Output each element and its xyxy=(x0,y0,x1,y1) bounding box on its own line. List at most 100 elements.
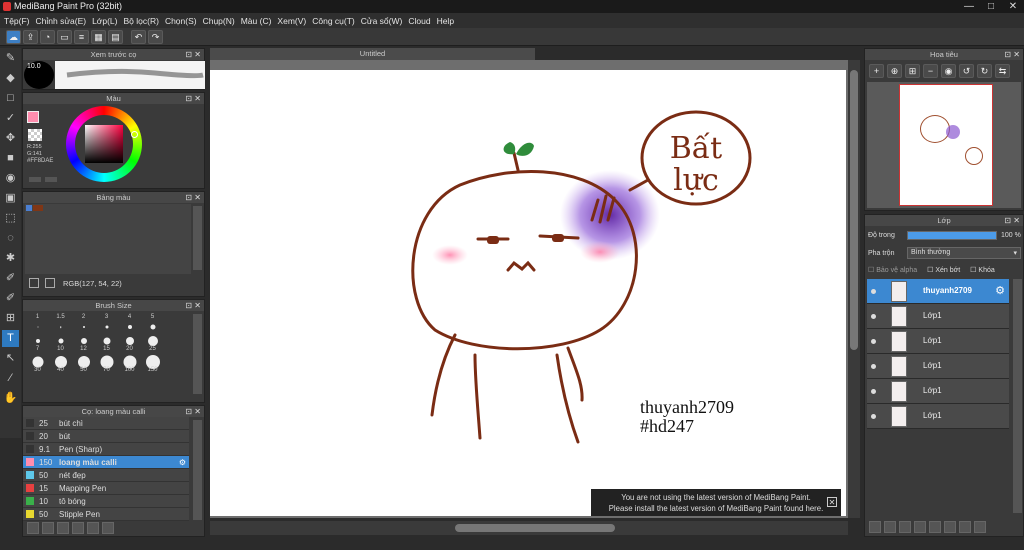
select-eraser-icon[interactable]: ✐ xyxy=(2,290,19,307)
brush-size-cell[interactable]: 2 xyxy=(72,312,95,332)
zoom-out-icon[interactable]: − xyxy=(923,64,938,78)
rotate-left-icon[interactable]: ↺ xyxy=(959,64,974,78)
rotate-right-icon[interactable]: ↻ xyxy=(977,64,992,78)
cloud-icon[interactable]: ☁ xyxy=(6,29,21,44)
brush-size-cell[interactable]: 15 xyxy=(95,333,118,353)
menu-edit[interactable]: Chỉnh sửa(E) xyxy=(36,16,93,26)
panel-close-icon[interactable]: ⊡ ✕ xyxy=(185,49,201,60)
rect-tool-icon[interactable]: □ xyxy=(2,90,19,107)
brush-size-cell[interactable]: 5 xyxy=(141,312,164,332)
menu-tools[interactable]: Công cụ(T) xyxy=(312,16,361,26)
brush-settings-icon[interactable] xyxy=(42,522,54,534)
brush-list-scrollbar[interactable] xyxy=(193,420,202,520)
brush-size-cell[interactable]: 30 xyxy=(26,354,49,374)
eye-icon[interactable] xyxy=(871,364,876,369)
eyedropper-icon[interactable]: ⁄ xyxy=(2,370,19,387)
zoom-in-alt-icon[interactable]: ⊕ xyxy=(887,64,902,78)
select-pen-icon[interactable]: ✐ xyxy=(2,270,19,287)
panel-close-icon[interactable]: ⊡ ✕ xyxy=(1004,215,1020,226)
brush-size-cell[interactable]: 1 xyxy=(26,312,49,332)
menu-file[interactable]: Tệp(F) xyxy=(4,16,36,26)
flip-icon[interactable]: ⇆ xyxy=(995,64,1010,78)
delete-palette-icon[interactable] xyxy=(45,278,55,288)
palette-swatch[interactable] xyxy=(26,205,32,211)
brush-size-cell[interactable]: 10 xyxy=(49,333,72,353)
panel-close-icon[interactable]: ⊡ ✕ xyxy=(185,192,201,203)
brush-size-cell[interactable]: 70 xyxy=(95,354,118,374)
layer-folder-icon[interactable] xyxy=(929,521,941,533)
blend-select[interactable]: Bình thường ▾ xyxy=(907,247,1021,259)
operation-tool-icon[interactable]: ↖ xyxy=(2,350,19,367)
duplicate-layer-icon[interactable] xyxy=(944,521,956,533)
bucket-tool-icon[interactable]: ◉ xyxy=(2,170,19,187)
delete-layer-icon[interactable] xyxy=(974,521,986,533)
layer-item[interactable]: Lớp1 xyxy=(867,404,1009,429)
menu-layer[interactable]: Lớp(L) xyxy=(92,16,123,26)
actual-size-icon[interactable]: ◉ xyxy=(941,64,956,78)
panel-close-icon[interactable]: ⊡ ✕ xyxy=(185,406,201,417)
grid-icon[interactable]: ▦ xyxy=(91,29,106,44)
layer-list-scrollbar[interactable] xyxy=(1013,279,1022,513)
eye-icon[interactable] xyxy=(871,414,876,419)
layer-settings-icon[interactable]: ⚙ xyxy=(995,284,1005,297)
saturation-square[interactable] xyxy=(85,125,123,163)
brush-folder-icon[interactable] xyxy=(87,522,99,534)
brush-size-cell[interactable]: 100 xyxy=(118,354,141,374)
menu-view[interactable]: Xem(V) xyxy=(277,16,312,26)
hue-cursor[interactable] xyxy=(131,131,138,138)
select-tool-icon[interactable]: ⬚ xyxy=(2,210,19,227)
dot-tool-icon[interactable]: ✓ xyxy=(2,110,19,127)
brush-size-cell[interactable]: 4 xyxy=(118,312,141,332)
zoom-in-icon[interactable]: + xyxy=(869,64,884,78)
layer-item[interactable]: Lớp1 xyxy=(867,329,1009,354)
menu-capture[interactable]: Chụp(N) xyxy=(203,16,241,26)
comment-icon[interactable]: ▭ xyxy=(57,29,72,44)
brush-size-cell[interactable]: 25 xyxy=(141,333,164,353)
brush-size-scrollbar[interactable] xyxy=(193,314,202,394)
hand-tool-icon[interactable]: ✋ xyxy=(2,390,19,407)
lasso-tool-icon[interactable]: ◌ xyxy=(2,230,19,247)
brush-size-cell[interactable]: 7 xyxy=(26,333,49,353)
merge-layer-icon[interactable] xyxy=(959,521,971,533)
menu-select[interactable]: Chọn(S) xyxy=(165,16,203,26)
color-mode-button[interactable] xyxy=(29,177,41,182)
menu-window[interactable]: Cửa sổ(W) xyxy=(361,16,409,26)
opacity-slider[interactable] xyxy=(907,231,997,240)
add-brush-icon[interactable] xyxy=(27,522,39,534)
brush-copy-icon[interactable] xyxy=(72,522,84,534)
new-layer-icon[interactable] xyxy=(869,521,881,533)
maximize-icon[interactable]: □ xyxy=(980,0,1002,13)
menu-cloud[interactable]: Cloud xyxy=(408,16,436,26)
document-tab[interactable]: Untitled xyxy=(210,48,535,60)
chat-icon[interactable]: ◔ xyxy=(40,29,55,44)
brush-size-cell[interactable]: 1.5 xyxy=(49,312,72,332)
panel-close-icon[interactable]: ⊡ ✕ xyxy=(185,300,201,311)
close-window-icon[interactable]: ✕ xyxy=(1002,0,1024,13)
gradient-tool-icon[interactable]: ▣ xyxy=(2,190,19,207)
clipping-checkbox[interactable]: ☐ Xén bớt xyxy=(927,266,960,274)
eye-icon[interactable] xyxy=(871,314,876,319)
brush-size-cell[interactable]: 40 xyxy=(49,354,72,374)
protect-alpha-checkbox[interactable]: ☐ Bảo vệ alpha xyxy=(868,266,917,274)
new-8bit-layer-icon[interactable] xyxy=(899,521,911,533)
brush-size-cell[interactable]: 50 xyxy=(72,354,95,374)
panel-icon[interactable]: ▤ xyxy=(108,29,123,44)
fill-rect-tool-icon[interactable]: ■ xyxy=(2,150,19,167)
eye-icon[interactable] xyxy=(871,339,876,344)
transparent-swatch[interactable] xyxy=(28,129,42,141)
brush-tool-icon[interactable]: ✎ xyxy=(2,50,19,67)
layer-item[interactable]: Lớp1 xyxy=(867,379,1009,404)
brush-edit-icon[interactable] xyxy=(57,522,69,534)
brush-list-item[interactable]: 50 Stipple Pen xyxy=(23,508,189,521)
layer-item[interactable]: Lớp1 xyxy=(867,354,1009,379)
fit-icon[interactable]: ⊞ xyxy=(905,64,920,78)
text-tool-icon[interactable]: T xyxy=(2,330,19,347)
minimize-icon[interactable]: — xyxy=(958,0,980,13)
brush-list-item[interactable]: 9.1 Pen (Sharp) xyxy=(23,443,189,456)
update-notice[interactable]: You are not using the latest version of … xyxy=(591,489,841,516)
brush-list-item[interactable]: 50 nét đẹp xyxy=(23,469,189,482)
upload-icon[interactable]: ⇪ xyxy=(23,29,38,44)
eye-icon[interactable] xyxy=(871,389,876,394)
redo-icon[interactable]: ↷ xyxy=(148,29,163,44)
canvas-vertical-thumb[interactable] xyxy=(850,70,858,350)
